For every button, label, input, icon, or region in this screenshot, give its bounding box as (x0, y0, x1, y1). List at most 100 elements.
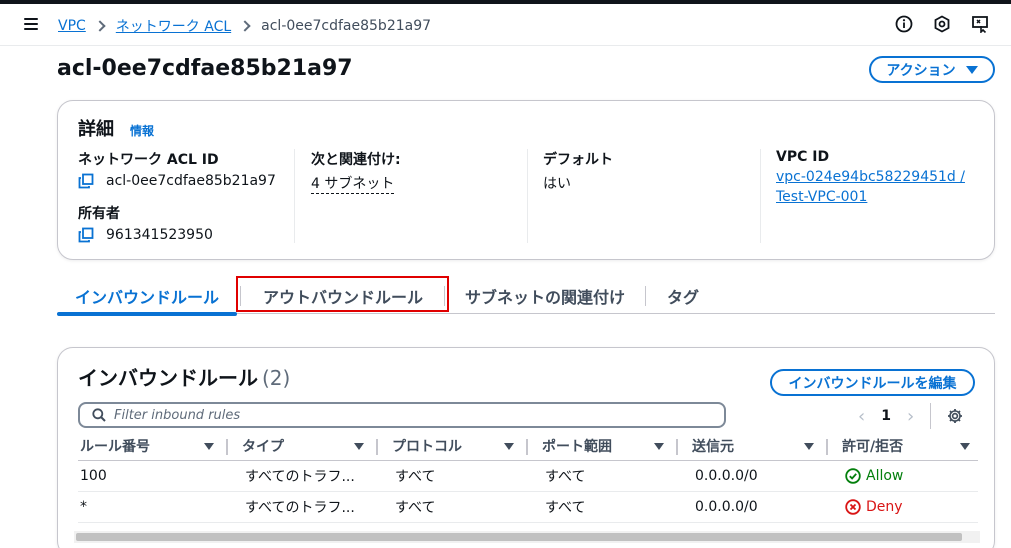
pager-separator (930, 403, 932, 429)
table-row[interactable]: * すべてのトラフ... すべて すべて 0.0.0.0/0 Deny (78, 492, 978, 523)
details-heading: 詳細 (78, 119, 114, 140)
inbound-rules-count: (2) (262, 366, 291, 390)
vpc-id-link-line2[interactable]: Test-VPC-001 (776, 187, 980, 207)
caret-down-icon (965, 65, 978, 74)
column-header-allow-deny[interactable]: 許可/拒否 (828, 432, 978, 461)
status-text: Allow (866, 468, 904, 484)
feedback-screen-icon[interactable] (971, 15, 989, 33)
breadcrumb-vpc[interactable]: VPC (58, 18, 86, 34)
cell-port-range: すべて (545, 469, 586, 485)
chevron-right-icon (239, 20, 251, 32)
tab-bar: インバウンドルール アウトバウンドルール サブネットの関連付け タグ (57, 278, 995, 316)
cell-allow-deny: Deny (843, 499, 978, 515)
acl-id-row: acl-0ee7cdfae85b21a97 (78, 173, 294, 189)
column-header-label: ポート範囲 (542, 439, 612, 455)
column-header-rule-number[interactable]: ルール番号 (78, 432, 228, 461)
cell-rule-number: 100 (80, 468, 107, 484)
edit-inbound-rules-button[interactable]: インバウンドルールを編集 (770, 369, 975, 396)
breadcrumb-network-acl[interactable]: ネットワーク ACL (116, 16, 231, 36)
cell-rule-number: * (80, 499, 87, 515)
copy-icon[interactable] (78, 173, 94, 189)
column-header-source[interactable]: 送信元 (678, 432, 828, 461)
details-column-association: 次と関連付け: 4 サブネット (294, 149, 527, 243)
copy-icon[interactable] (78, 227, 94, 243)
details-column-default: デフォルト はい (527, 149, 760, 243)
tab-subnet-associations[interactable]: サブネットの関連付け (447, 278, 643, 314)
default-value: はい (543, 176, 571, 192)
cell-protocol: すべて (395, 469, 436, 485)
sort-caret-icon[interactable] (354, 442, 364, 450)
chevron-right-icon[interactable]: › (907, 406, 914, 427)
details-column-id: ネットワーク ACL ID acl-0ee7cdfae85b21a97 所有者 … (78, 149, 294, 243)
pagination: ‹ 1 › (858, 403, 963, 429)
info-icon[interactable] (895, 15, 913, 33)
sort-caret-icon[interactable] (654, 442, 664, 450)
details-column-vpc: VPC ID vpc-024e94bc58229451d / Test-VPC-… (760, 149, 980, 243)
scrollbar-thumb[interactable] (76, 533, 962, 541)
vpc-id-label: VPC ID (776, 149, 830, 165)
breadcrumb-current: acl-0ee7cdfae85b21a97 (261, 18, 432, 34)
column-header-protocol[interactable]: プロトコル (378, 432, 528, 461)
owner-value: 961341523950 (106, 227, 213, 243)
cell-type: すべてのトラフ... (245, 469, 355, 485)
status-text: Deny (866, 499, 903, 515)
cell-source: 0.0.0.0/0 (695, 468, 758, 484)
inbound-rules-panel: インバウンドルール(2) インバウンドルールを編集 ‹ 1 › ルール番号 タイ… (57, 347, 995, 548)
tab-separator (240, 286, 241, 306)
horizontal-scrollbar[interactable] (74, 531, 980, 543)
vpc-id-link-line1[interactable]: vpc-024e94bc58229451d / (776, 167, 980, 187)
association-label: 次と関連付け: (311, 152, 401, 168)
table-row[interactable]: 100 すべてのトラフ... すべて すべて 0.0.0.0/0 Allow (78, 461, 978, 492)
column-header-label: ルール番号 (80, 439, 150, 455)
column-divider (760, 149, 761, 243)
cell-allow-deny: Allow (843, 468, 978, 484)
sort-caret-icon[interactable] (804, 442, 814, 450)
column-header-label: 許可/拒否 (842, 439, 904, 455)
cell-port-range: すべて (545, 500, 586, 516)
tab-separator (645, 286, 646, 306)
tab-tags[interactable]: タグ (649, 278, 717, 314)
page-title: acl-0ee7cdfae85b21a97 (57, 56, 353, 81)
sort-caret-icon[interactable] (960, 442, 970, 450)
inbound-rules-table: ルール番号 タイプ プロトコル ポート範囲 送信元 許可/拒否 100 すべての… (78, 432, 978, 523)
settings-gear-icon[interactable] (947, 408, 963, 424)
cell-type: すべてのトラフ... (245, 500, 355, 516)
sort-caret-icon[interactable] (504, 442, 514, 450)
column-header-label: タイプ (242, 439, 284, 455)
search-icon (92, 408, 106, 422)
success-check-icon (845, 468, 861, 484)
sort-caret-icon[interactable] (204, 442, 214, 450)
column-header-type[interactable]: タイプ (228, 432, 378, 461)
association-subnets-link[interactable]: 4 サブネット (311, 173, 395, 194)
tab-separator (444, 286, 445, 306)
cell-protocol: すべて (395, 500, 436, 516)
actions-dropdown-button[interactable]: アクション (869, 56, 995, 83)
column-divider (527, 149, 528, 243)
default-label: デフォルト (543, 152, 613, 168)
details-panel: 詳細 情報 ネットワーク ACL ID acl-0ee7cdfae85b21a9… (57, 100, 995, 260)
actions-label: アクション (886, 62, 956, 79)
column-header-label: プロトコル (392, 439, 462, 455)
security-shield-icon[interactable] (933, 15, 951, 33)
cell-source: 0.0.0.0/0 (695, 499, 758, 515)
inbound-rules-heading: インバウンドルール (2) (78, 362, 290, 391)
acl-id-label: ネットワーク ACL ID (78, 152, 219, 168)
acl-id-value: acl-0ee7cdfae85b21a97 (106, 173, 276, 189)
error-x-icon (845, 499, 861, 515)
top-navigation: VPC ネットワーク ACL acl-0ee7cdfae85b21a97 (0, 4, 1011, 46)
owner-label: 所有者 (78, 206, 120, 222)
column-divider (294, 149, 295, 243)
owner-row: 961341523950 (78, 227, 294, 243)
inbound-rules-title: インバウンドルール (78, 366, 258, 390)
tab-outbound-rules[interactable]: アウトバウンドルール (243, 278, 443, 314)
menu-icon[interactable] (24, 18, 38, 30)
vpc-id-link[interactable]: vpc-024e94bc58229451d / Test-VPC-001 (776, 167, 980, 207)
info-link[interactable]: 情報 (130, 122, 154, 139)
top-icons (895, 15, 989, 33)
chevron-left-icon[interactable]: ‹ (858, 406, 865, 427)
tab-inbound-rules[interactable]: インバウンドルール (57, 278, 237, 316)
filter-field[interactable] (78, 402, 726, 428)
page-number[interactable]: 1 (881, 408, 891, 424)
filter-input[interactable] (114, 407, 694, 423)
column-header-port-range[interactable]: ポート範囲 (528, 432, 678, 461)
